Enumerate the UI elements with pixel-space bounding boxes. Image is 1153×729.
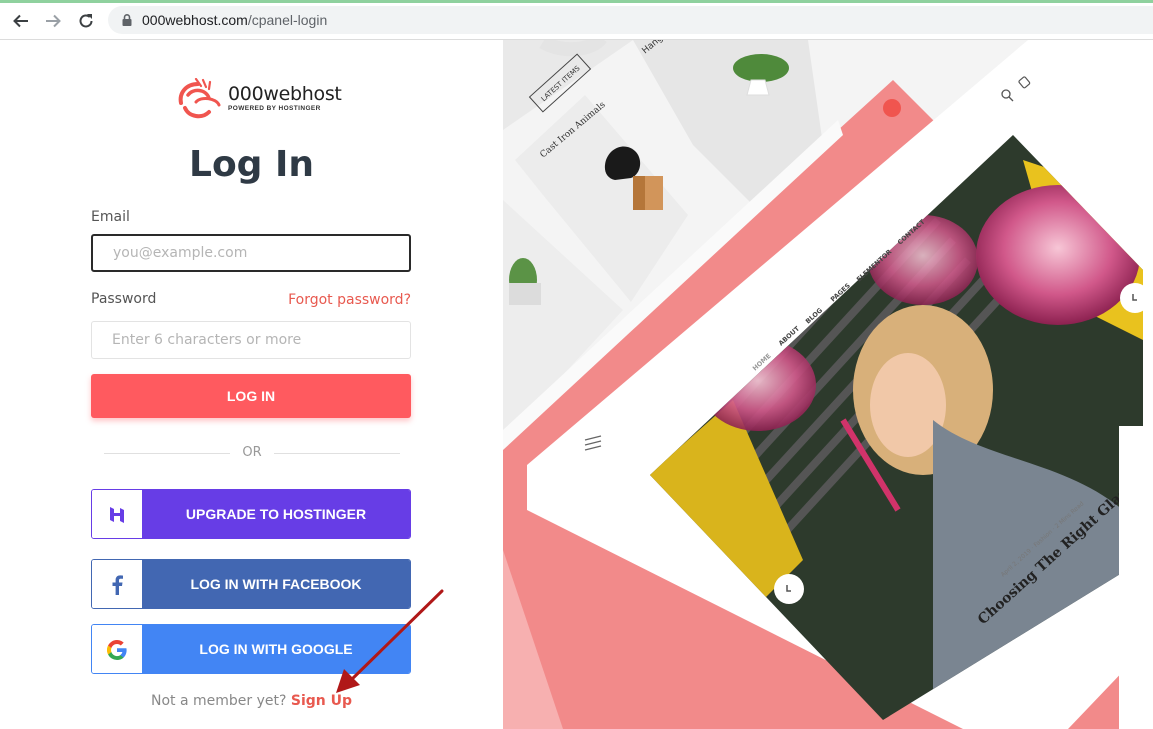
password-field[interactable] bbox=[91, 321, 411, 359]
login-panel: 000webhost POWERED BY HOSTINGER Log In E… bbox=[0, 40, 503, 729]
loading-bar bbox=[0, 0, 1153, 3]
arrow-right-icon bbox=[46, 14, 61, 28]
forgot-password-link[interactable]: Forgot password? bbox=[288, 292, 411, 308]
browser-toolbar: 000webhost.com/cpanel-login bbox=[0, 0, 1153, 40]
email-label: Email bbox=[91, 209, 130, 225]
slider-next-icon[interactable] bbox=[1120, 283, 1150, 313]
url-text: 000webhost.com/cpanel-login bbox=[142, 12, 327, 28]
reload-icon bbox=[79, 14, 93, 28]
signup-link[interactable]: Sign Up bbox=[291, 693, 352, 709]
url-path: /cpanel-login bbox=[247, 12, 328, 28]
page-title: Log In bbox=[189, 144, 314, 185]
slider-prev-icon[interactable] bbox=[774, 574, 804, 604]
facebook-login-button[interactable]: LOG IN WITH FACEBOOK bbox=[91, 559, 411, 609]
brand-logo[interactable]: 000webhost POWERED BY HOSTINGER bbox=[176, 78, 342, 120]
email-field[interactable] bbox=[91, 234, 411, 272]
lock-icon bbox=[122, 14, 132, 26]
facebook-login-label: LOG IN WITH FACEBOOK bbox=[142, 560, 410, 608]
back-button[interactable] bbox=[8, 8, 34, 34]
address-bar[interactable]: 000webhost.com/cpanel-login bbox=[108, 6, 1153, 34]
or-divider: OR bbox=[104, 444, 400, 462]
promo-banner: LATEST ITEMS Cast Iron Animals Hang HOME… bbox=[503, 40, 1153, 729]
000webhost-logo-icon bbox=[178, 78, 221, 119]
brand-tagline: POWERED BY HOSTINGER bbox=[228, 105, 321, 113]
facebook-icon bbox=[92, 560, 142, 608]
member-prompt-text: Not a member yet? bbox=[150, 693, 287, 709]
upgrade-hostinger-label: UPGRADE TO HOSTINGER bbox=[142, 490, 410, 538]
url-host: 000webhost.com bbox=[142, 12, 248, 28]
brand-name: 000webhost bbox=[228, 83, 342, 106]
google-login-label: LOG IN WITH GOOGLE bbox=[142, 625, 410, 673]
google-icon bbox=[92, 625, 142, 673]
password-label: Password bbox=[91, 291, 157, 307]
arrow-left-icon bbox=[13, 14, 28, 28]
login-button[interactable]: LOG IN bbox=[91, 374, 411, 418]
upgrade-hostinger-button[interactable]: UPGRADE TO HOSTINGER bbox=[91, 489, 411, 539]
reload-button[interactable] bbox=[73, 8, 99, 34]
signup-prompt: Not a member yet? Sign Up bbox=[0, 693, 503, 709]
divider-line-right bbox=[274, 453, 400, 454]
forward-button[interactable] bbox=[40, 8, 66, 34]
hostinger-icon bbox=[92, 490, 142, 538]
promo-illustration: LATEST ITEMS Cast Iron Animals Hang HOME… bbox=[503, 40, 1153, 729]
google-login-button[interactable]: LOG IN WITH GOOGLE bbox=[91, 624, 411, 674]
